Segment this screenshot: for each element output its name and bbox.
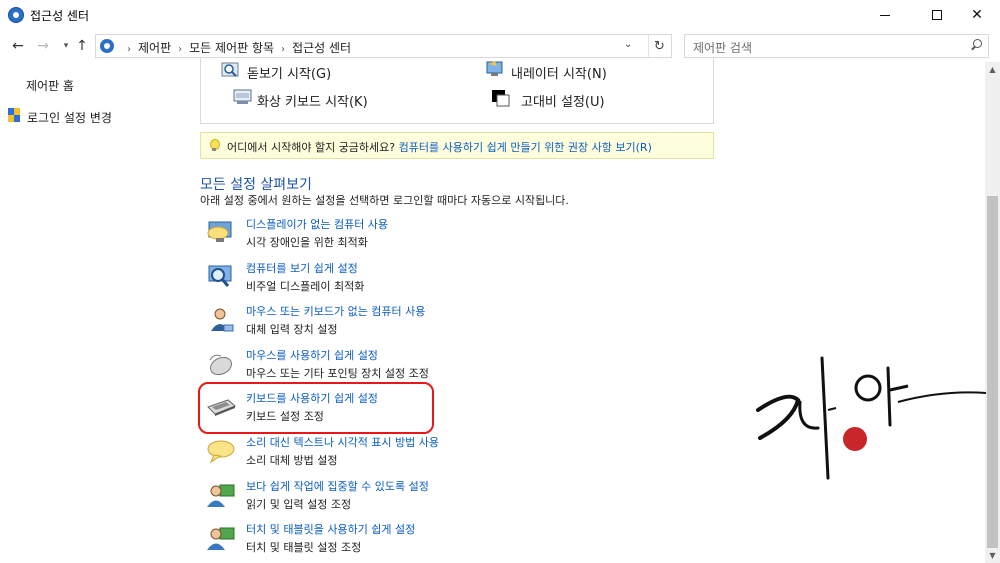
tip-question: 어디에서 시작해야 할지 궁금하세요? xyxy=(227,141,396,154)
use-without-display-link[interactable]: 디스플레이가 없는 컴퓨터 사용 xyxy=(246,216,388,232)
address-bar[interactable]: › 제어판 › 모든 제어판 항목 › 접근성 센터 ⌄ ↻ xyxy=(95,34,672,58)
item-description: 읽기 및 입력 설정 조정 xyxy=(246,498,352,511)
search-input[interactable]: 제어판 검색 xyxy=(684,34,989,58)
back-button[interactable]: ← xyxy=(8,36,28,56)
section-title: 모든 설정 살펴보기 xyxy=(200,177,312,193)
speech-bubble-icon xyxy=(207,440,235,464)
chevron-down-icon: ▼ xyxy=(989,551,996,560)
control-panel-icon xyxy=(100,39,114,53)
use-text-or-visual-alternatives-link[interactable]: 소리 대신 텍스트나 시각적 표시 방법 사용 xyxy=(246,434,439,450)
list-item: 소리 대신 텍스트나 시각적 표시 방법 사용 소리 대체 방법 설정 xyxy=(206,434,466,472)
chevron-down-icon: ▾ xyxy=(63,41,69,51)
magnifier-icon xyxy=(221,62,239,77)
mouse-icon xyxy=(209,354,233,376)
list-item: 마우스 또는 키보드가 없는 컴퓨터 사용 대체 입력 장치 설정 xyxy=(206,303,466,341)
highlight-box xyxy=(198,382,434,434)
tip-bar: 어디에서 시작해야 할지 궁금하세요? 컴퓨터를 사용하기 쉽게 만들기 위한 … xyxy=(200,132,714,159)
scroll-thumb[interactable] xyxy=(987,196,998,548)
address-dropdown-button[interactable]: ⌄ xyxy=(624,39,632,50)
minimize-icon xyxy=(880,14,890,16)
section-description: 아래 설정 중에서 원하는 설정을 선택하면 로그인할 때마다 자동으로 시작됩… xyxy=(200,194,569,207)
minimize-button[interactable] xyxy=(862,0,908,30)
maximize-icon xyxy=(932,10,942,20)
sidebar-item-control-panel-home[interactable]: 제어판 홈 xyxy=(26,77,74,94)
high-contrast-settings-link[interactable]: 고대비 설정(U) xyxy=(521,91,605,110)
display-speech-icon xyxy=(207,221,232,242)
start-on-screen-keyboard-link[interactable]: 화상 키보드 시작(K) xyxy=(257,91,368,110)
make-it-easier-to-focus-link[interactable]: 보다 쉽게 작업에 집중할 수 있도록 설정 xyxy=(246,478,429,494)
sidebar: 제어판 홈 로그인 설정 변경 xyxy=(0,62,190,563)
monitor-magnifier-icon xyxy=(208,265,232,287)
chevron-down-icon: ⌄ xyxy=(624,39,633,50)
chevron-up-icon: ▲ xyxy=(989,65,996,74)
narrator-icon xyxy=(486,61,503,76)
chevron-right-icon[interactable]: › xyxy=(281,44,285,55)
list-item: 터치 및 태블릿을 사용하기 쉽게 설정 터치 및 태블릿 설정 조정 xyxy=(206,521,466,559)
shield-icon xyxy=(8,108,21,122)
sidebar-item-login-settings[interactable]: 로그인 설정 변경 xyxy=(27,109,112,126)
list-item: 보다 쉽게 작업에 집중할 수 있도록 설정 읽기 및 입력 설정 조정 xyxy=(206,478,466,516)
arrow-right-icon: → xyxy=(37,38,49,54)
list-item: 디스플레이가 없는 컴퓨터 사용 시각 장애인을 위한 최적화 xyxy=(206,216,466,254)
start-narrator-link[interactable]: 내레이터 시작(N) xyxy=(511,63,607,82)
item-description: 시각 장애인을 위한 최적화 xyxy=(246,236,368,249)
title-bar: 접근성 센터 ✕ xyxy=(0,0,1000,30)
item-description: 터치 및 태블릿 설정 조정 xyxy=(246,541,362,554)
chevron-right-icon: › xyxy=(127,44,131,55)
on-screen-keyboard-icon xyxy=(233,89,252,104)
search-icon[interactable] xyxy=(970,39,982,51)
item-description: 대체 입력 장치 설정 xyxy=(246,323,338,336)
chevron-right-icon[interactable]: › xyxy=(178,44,182,55)
accessibility-center-icon xyxy=(8,7,24,23)
use-without-mouse-or-keyboard-link[interactable]: 마우스 또는 키보드가 없는 컴퓨터 사용 xyxy=(246,303,425,319)
recommendations-link[interactable]: 컴퓨터를 사용하기 쉽게 만들기 위한 권장 사항 보기(R) xyxy=(399,141,652,154)
make-touch-and-tablet-easier-link[interactable]: 터치 및 태블릿을 사용하기 쉽게 설정 xyxy=(246,521,415,537)
users-focus-icon xyxy=(207,484,235,507)
make-mouse-easier-link[interactable]: 마우스를 사용하기 쉽게 설정 xyxy=(246,347,378,363)
item-description: 소리 대체 방법 설정 xyxy=(246,454,338,467)
breadcrumb-all-items[interactable]: 모든 제어판 항목 xyxy=(189,41,274,55)
list-item: 컴퓨터를 보기 쉽게 설정 비주얼 디스플레이 최적화 xyxy=(206,260,466,298)
search-placeholder: 제어판 검색 xyxy=(693,41,753,55)
breadcrumb-control-panel[interactable]: 제어판 xyxy=(138,41,171,55)
window-title: 접근성 센터 xyxy=(30,9,90,23)
quick-tools-panel: 돋보기 시작(G) 내레이터 시작(N) 화상 키보드 시작(K) 고대비 설정… xyxy=(200,58,714,124)
close-icon: ✕ xyxy=(971,7,983,23)
item-description: 비주얼 디스플레이 최적화 xyxy=(246,280,365,293)
refresh-icon: ↻ xyxy=(654,38,665,54)
list-item: 마우스를 사용하기 쉽게 설정 마우스 또는 기타 포인팅 장치 설정 조정 xyxy=(206,347,466,385)
item-description: 마우스 또는 기타 포인팅 장치 설정 조정 xyxy=(246,367,429,380)
tip-text: 어디에서 시작해야 할지 궁금하세요? 컴퓨터를 사용하기 쉽게 만들기 위한 … xyxy=(227,139,652,155)
lightbulb-icon xyxy=(209,139,220,152)
arrow-up-icon: ↑ xyxy=(76,38,88,54)
users-touch-icon xyxy=(207,527,235,550)
up-button[interactable]: ↑ xyxy=(72,36,92,56)
breadcrumb: › 제어판 › 모든 제어판 항목 › 접근성 센터 xyxy=(120,39,351,56)
scroll-down-button[interactable]: ▼ xyxy=(985,548,1000,563)
high-contrast-icon xyxy=(492,90,510,107)
user-icon xyxy=(211,308,234,332)
arrow-left-icon: ← xyxy=(12,38,24,54)
refresh-button[interactable]: ↻ xyxy=(648,35,670,57)
calligraphy-signature xyxy=(756,356,987,480)
make-computer-easier-to-see-link[interactable]: 컴퓨터를 보기 쉽게 설정 xyxy=(246,260,358,276)
start-magnifier-link[interactable]: 돋보기 시작(G) xyxy=(247,63,331,82)
breadcrumb-accessibility-center[interactable]: 접근성 센터 xyxy=(292,41,351,55)
scroll-up-button[interactable]: ▲ xyxy=(985,62,1000,77)
forward-button[interactable]: → xyxy=(33,36,53,56)
close-button[interactable]: ✕ xyxy=(954,0,1000,30)
